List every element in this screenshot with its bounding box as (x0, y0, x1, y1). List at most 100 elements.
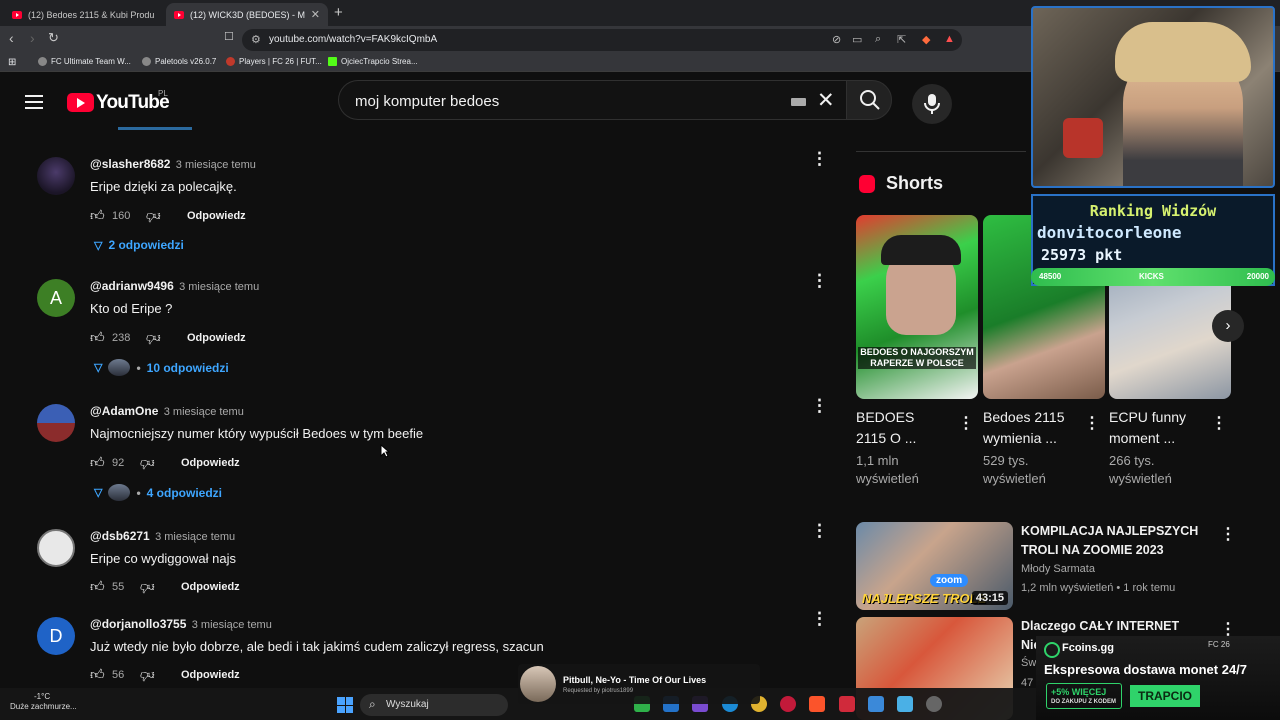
chevron-right-icon[interactable]: › (1212, 310, 1244, 342)
rewards-icon[interactable]: ▲ (944, 33, 955, 45)
more-actions-icon[interactable]: ⋮ (811, 522, 828, 539)
reply-button[interactable]: Odpowiedz (181, 669, 240, 681)
comment-author[interactable]: @dsb6271 (90, 529, 150, 543)
dislike-icon[interactable]: 👍︎ (140, 667, 155, 684)
avatar[interactable]: D (37, 617, 75, 655)
voice-search-button[interactable] (912, 84, 952, 124)
bookmark-item[interactable]: FC Ultimate Team W... (38, 57, 131, 66)
dislike-icon[interactable]: 👍︎ (146, 330, 161, 347)
reply-button[interactable]: Odpowiedz (187, 210, 246, 222)
fcoins-brand: Fcoins.gg (1044, 642, 1114, 658)
browser-tab[interactable]: (12) Bedoes 2115 & Kubi Producent (4, 3, 162, 26)
like-icon[interactable]: 👍︎ (90, 454, 105, 471)
more-actions-icon[interactable]: ⋮ (811, 272, 828, 289)
more-actions-icon[interactable]: ⋮ (958, 413, 974, 433)
short-title[interactable]: Bedoes 2115 wymienia ... (983, 407, 1064, 449)
show-replies-button[interactable]: ▽ • 10 odpowiedzi (94, 359, 229, 376)
bookmark-item[interactable]: OjciecTrapcio Strea... (328, 57, 418, 66)
video-channel[interactable]: Św (1021, 657, 1036, 669)
like-icon[interactable]: 👍︎ (90, 329, 105, 346)
avatar[interactable]: A (37, 279, 75, 317)
reply-button[interactable]: Odpowiedz (181, 457, 240, 469)
search-input[interactable]: moj komputer bedoes ✕ (338, 80, 846, 120)
short-thumbnail[interactable]: BEDOES O NAJGORSZYM RAPERZE W POLSCE (856, 215, 978, 399)
comment-author[interactable]: @AdamOne (90, 404, 158, 418)
comment-time[interactable]: 3 miesiące temu (155, 531, 235, 543)
reply-button[interactable]: Odpowiedz (181, 581, 240, 593)
cast-icon[interactable]: ▭ (852, 33, 862, 46)
like-icon[interactable]: 👍︎ (90, 207, 105, 224)
reload-icon[interactable]: ↻ (48, 30, 59, 46)
more-actions-icon[interactable]: ⋮ (1211, 413, 1227, 433)
url-text[interactable]: youtube.com/watch?v=FAK9kcIQmbA (269, 34, 437, 45)
start-button[interactable] (337, 697, 353, 713)
comment-author[interactable]: @dorjanollo3755 (90, 617, 186, 631)
youtube-logo-icon[interactable] (67, 93, 94, 112)
more-actions-icon[interactable]: ⋮ (811, 610, 828, 627)
site-info-icon[interactable]: ⚙ (251, 33, 261, 46)
song-requester: Requested by piotrus1899 (563, 688, 634, 694)
app-icon[interactable] (868, 696, 884, 712)
like-icon[interactable]: 👍︎ (90, 578, 105, 595)
comment-time[interactable]: 3 miesiące temu (179, 281, 259, 293)
video-channel[interactable]: Młody Sarmata (1021, 563, 1095, 575)
show-replies-button[interactable]: ▽ • 4 odpowiedzi (94, 484, 222, 501)
weather-widget[interactable]: -1°C Duże zachmurze... (10, 692, 77, 712)
keyboard-icon[interactable] (791, 98, 806, 106)
comment-time[interactable]: 3 miesiące temu (176, 159, 256, 171)
back-icon[interactable]: ‹ (9, 30, 14, 46)
comment-header: @dorjanollo3755 3 miesiące temu (90, 617, 272, 631)
fcoins-tagline: Ekspresowa dostawa monet 24/7 (1044, 662, 1248, 677)
browser-tab-active[interactable]: (12) WICK3D (BEDOES) - Mój ko ✕ (166, 3, 328, 26)
video-thumbnail[interactable]: NAJLEPSZE TROLE zoom 43:15 (856, 522, 1013, 610)
brave-shield-icon[interactable]: ◆ (922, 33, 930, 46)
avatar[interactable] (37, 404, 75, 442)
more-actions-icon[interactable]: ⋮ (1084, 413, 1100, 433)
bookmark-favicon-icon (38, 57, 47, 66)
new-tab-icon[interactable]: + (334, 4, 343, 21)
dislike-icon[interactable]: 👍︎ (140, 455, 155, 472)
bookmark-icon[interactable]: ☐ (224, 30, 234, 43)
more-actions-icon[interactable]: ⋮ (1220, 524, 1236, 544)
bookmark-favicon-icon (226, 57, 235, 66)
apps-grid-icon[interactable]: ⊞ (8, 57, 16, 68)
short-title[interactable]: BEDOES 2115 O ... (856, 407, 916, 449)
show-replies-button[interactable]: ▽ 2 odpowiedzi (94, 238, 184, 252)
mouse-cursor-icon (380, 444, 390, 458)
close-tab-icon[interactable]: ✕ (311, 8, 320, 21)
kicks-right-value: 20000 (1246, 272, 1269, 281)
dislike-icon[interactable]: 👍︎ (140, 579, 155, 596)
brave-icon[interactable] (809, 696, 825, 712)
address-bar[interactable]: ⚙ youtube.com/watch?v=FAK9kcIQmbA ⊘ ▭ ⌕ … (242, 29, 962, 51)
eye-off-icon[interactable]: ⊘ (832, 33, 841, 46)
app-icon[interactable] (897, 696, 913, 712)
search-query[interactable]: moj komputer bedoes (355, 93, 499, 110)
zoom-icon[interactable]: ⌕ (875, 33, 881, 46)
avatar[interactable] (37, 529, 75, 567)
taskbar-search[interactable]: Wyszukaj (360, 694, 508, 716)
forward-icon[interactable]: › (30, 30, 35, 46)
share-icon[interactable]: ⇱ (897, 33, 906, 46)
more-actions-icon[interactable]: ⋮ (811, 397, 828, 414)
like-icon[interactable]: 👍︎ (90, 666, 105, 683)
tab-title: (12) WICK3D (BEDOES) - Mój ko (190, 9, 305, 20)
clear-search-icon[interactable]: ✕ (817, 88, 835, 113)
avatar[interactable] (37, 157, 75, 195)
vivaldi-icon[interactable] (839, 696, 855, 712)
opera-icon[interactable] (780, 696, 796, 712)
reply-button[interactable]: Odpowiedz (187, 332, 246, 344)
more-actions-icon[interactable]: ⋮ (811, 150, 828, 167)
settings-icon[interactable] (926, 696, 942, 712)
dislike-icon[interactable]: 👍︎ (146, 208, 161, 225)
search-button[interactable] (846, 80, 892, 120)
video-title[interactable]: KOMPILACJA NAJLEPSZYCH TROLI NA ZOOMIE 2… (1021, 522, 1211, 560)
comment-time[interactable]: 3 miesiące temu (164, 406, 244, 418)
bookmark-item[interactable]: Paletools v26.0.7 (142, 57, 216, 66)
comment-author[interactable]: @adrianw9496 (90, 279, 174, 293)
comment-author[interactable]: @slasher8682 (90, 157, 170, 171)
hamburger-menu-icon[interactable] (25, 95, 43, 109)
comment-time[interactable]: 3 miesiące temu (192, 619, 272, 631)
bookmark-item[interactable]: Players | FC 26 | FUT... (226, 57, 322, 66)
short-title[interactable]: ECPU funny moment ... (1109, 407, 1186, 449)
like-count: 92 (112, 457, 125, 469)
